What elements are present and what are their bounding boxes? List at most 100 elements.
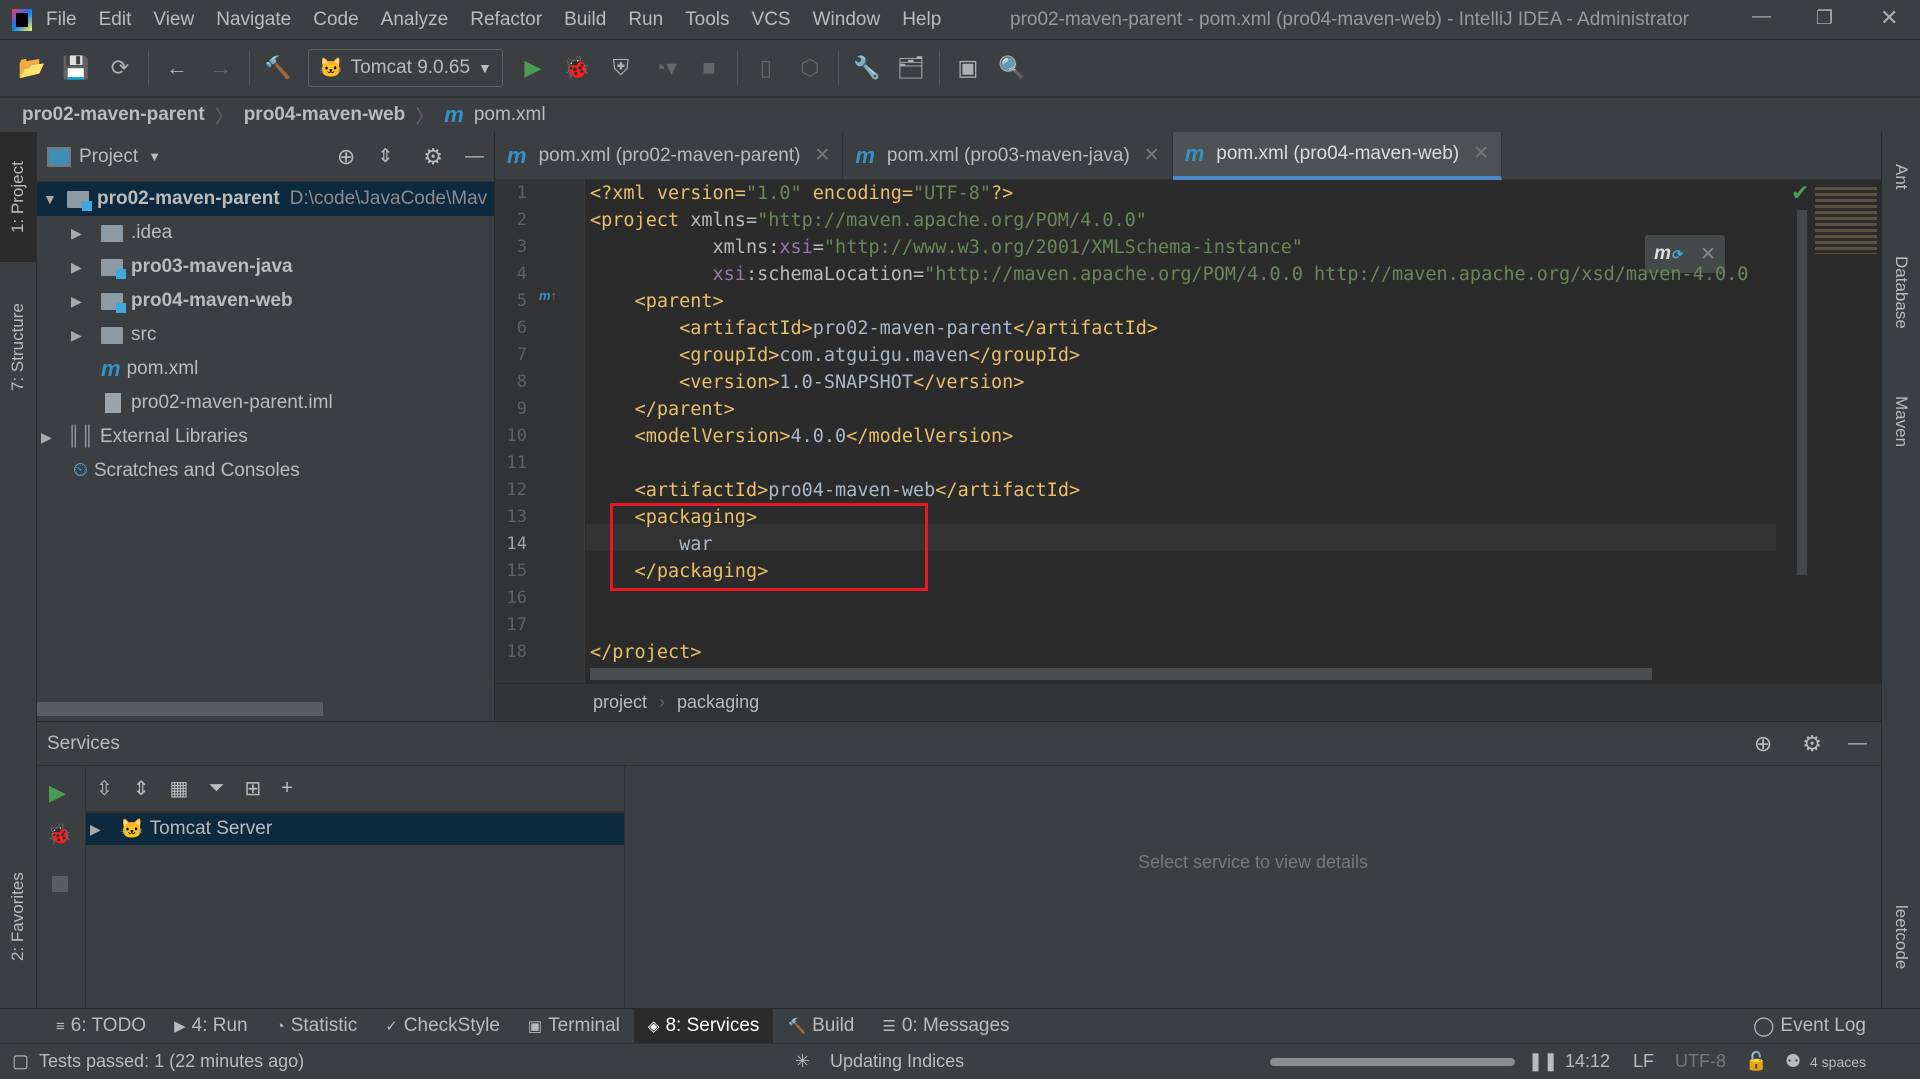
search-icon[interactable]: 🔍 (995, 51, 1029, 85)
code-line[interactable]: war (590, 531, 712, 558)
run-icon[interactable]: ▶ (516, 51, 550, 85)
collapse-all-icon[interactable]: ⇕ (377, 145, 393, 168)
settings-wrench-icon[interactable]: 🔧 (850, 51, 884, 85)
tree-item-pro03[interactable]: ▶ pro03-maven-java (37, 250, 494, 284)
deploy-icon[interactable]: ⬡ (793, 51, 827, 85)
build-hammer-icon[interactable]: 🔨 (261, 51, 295, 85)
toolwindow-todo[interactable]: ≡ 6: TODO (42, 1009, 160, 1044)
code-line[interactable]: <packaging> (590, 504, 758, 531)
menu-navigate[interactable]: Navigate (216, 9, 291, 31)
toolwindow-checkstyle[interactable]: ✓ CheckStyle (371, 1009, 514, 1044)
run-icon[interactable]: ▶ (49, 780, 66, 806)
code-line[interactable]: </project> (590, 639, 701, 666)
nav-item-project[interactable]: pro02-maven-parent (22, 104, 205, 126)
menu-view[interactable]: View (153, 9, 194, 31)
filter-icon[interactable]: ⏷ (208, 777, 224, 800)
maven-override-icon[interactable]: m↑ (539, 288, 557, 303)
collapse-all-icon[interactable]: ⇕ (133, 776, 150, 801)
stop-icon[interactable]: ■ (692, 51, 726, 85)
pause-icon[interactable]: ❚❚ (1528, 1051, 1558, 1072)
vertical-scrollbar[interactable] (1797, 210, 1807, 575)
code-line[interactable]: xmlns:xsi="http://www.w3.org/2001/XMLSch… (590, 234, 1303, 261)
menu-file[interactable]: File (46, 9, 77, 31)
menu-help[interactable]: Help (902, 9, 941, 31)
code-line[interactable]: <modelVersion>4.0.0</modelVersion> (590, 423, 1014, 450)
device-icon[interactable]: ▯ (749, 51, 783, 85)
sync-icon[interactable]: ⟳ (103, 51, 137, 85)
close-tab-icon[interactable]: ✕ (814, 144, 830, 167)
tree-item-pom[interactable]: m pom.xml (37, 352, 494, 386)
code-line[interactable]: <project xmlns="http://maven.apache.org/… (590, 207, 1147, 234)
caret-position[interactable]: 14:12 (1565, 1051, 1610, 1072)
menu-refactor[interactable]: Refactor (470, 9, 542, 31)
code-line[interactable]: <groupId>com.atguigu.maven</groupId> (590, 342, 1080, 369)
back-icon[interactable]: ← (160, 51, 194, 85)
tree-item-tomcat-server[interactable]: ▶ 🐱 Tomcat Server (86, 813, 624, 845)
code-editor[interactable]: 1 2 3 4 5 6 7 8 9 10 11 12 13 14 15 16 17 18 m↑ ✔ m⟳ ✕ <?… (495, 180, 1881, 683)
project-structure-icon[interactable]: 🗂 (894, 51, 928, 85)
event-log-button[interactable]: ◯ Event Log (1739, 1009, 1880, 1044)
locate-icon[interactable]: ⊕ (337, 144, 355, 170)
toolwindow-terminal[interactable]: ▣ Terminal (514, 1009, 634, 1044)
maven-tool-tab[interactable]: Maven (1882, 377, 1920, 467)
status-panel-icon[interactable]: ▢ (12, 1051, 29, 1072)
expand-all-icon[interactable]: ⇳ (96, 776, 113, 801)
menu-analyze[interactable]: Analyze (381, 9, 449, 31)
menu-build[interactable]: Build (564, 9, 606, 31)
hide-icon[interactable]: — (465, 146, 484, 168)
group-by-icon[interactable]: ▦ (170, 776, 189, 801)
horizontal-scrollbar[interactable] (590, 668, 1652, 680)
code-line[interactable]: xsi:schemaLocation="http://maven.apache.… (590, 261, 1749, 288)
horizontal-scrollbar[interactable] (37, 702, 323, 716)
nav-item-module[interactable]: pro04-maven-web (244, 104, 406, 126)
indexing-status[interactable]: Updating Indices (830, 1051, 964, 1072)
add-service-icon[interactable]: + (281, 777, 293, 800)
menu-vcs[interactable]: VCS (752, 9, 791, 31)
close-tab-icon[interactable]: ✕ (1473, 142, 1489, 165)
code-line[interactable]: </parent> (590, 396, 735, 423)
tree-item-iml[interactable]: pro02-maven-parent.iml (37, 386, 494, 420)
favorites-tool-tab[interactable]: 2: Favorites (0, 852, 36, 982)
structure-tool-tab[interactable]: 7: Structure (0, 282, 36, 412)
toolwindow-build[interactable]: 🔨 Build (773, 1009, 868, 1044)
new-tab-icon[interactable]: ⊞ (244, 776, 261, 801)
line-separator[interactable]: LF (1633, 1051, 1654, 1072)
stop-icon[interactable] (52, 876, 68, 892)
inspector-icon[interactable]: ⚉ (1785, 1051, 1801, 1072)
chevron-down-icon[interactable]: ▼ (148, 149, 161, 164)
breadcrumb-packaging[interactable]: packaging (677, 692, 759, 713)
tree-item-src[interactable]: ▶ src (37, 318, 494, 352)
code-line[interactable]: <?xml version="1.0" encoding="UTF-8"?> (590, 180, 1013, 207)
close-tab-icon[interactable]: ✕ (1144, 144, 1160, 167)
file-encoding[interactable]: UTF-8 (1675, 1051, 1726, 1072)
ant-tool-tab[interactable]: Ant (1882, 147, 1920, 207)
gear-icon[interactable]: ⚙ (423, 144, 443, 170)
code-line[interactable]: <artifactId>pro02-maven-parent</artifact… (590, 315, 1158, 342)
indent-setting[interactable]: 4 spaces (1810, 1054, 1866, 1070)
run-config-dropdown[interactable]: 🐱 Tomcat 9.0.65 ▼ (308, 49, 503, 87)
tree-item-scratches[interactable]: ⏲ Scratches and Consoles (37, 454, 494, 488)
lock-icon[interactable]: 🔓 (1745, 1051, 1767, 1072)
toolwindow-run[interactable]: ▶ 4: Run (160, 1009, 262, 1044)
gear-icon[interactable]: ⚙ (1802, 731, 1822, 757)
debug-icon[interactable]: 🐞 (560, 51, 594, 85)
tree-item-external-libraries[interactable]: ▶ ║║ External Libraries (37, 420, 494, 454)
code-line[interactable]: <version>1.0-SNAPSHOT</version> (590, 369, 1024, 396)
menu-tools[interactable]: Tools (685, 9, 729, 31)
restore-button[interactable]: ❐ (1816, 7, 1833, 30)
tab-pom-pro02[interactable]: m pom.xml (pro02-maven-parent) ✕ (495, 131, 844, 180)
terminal-window-icon[interactable]: ▣ (951, 51, 985, 85)
menu-run[interactable]: Run (628, 9, 663, 31)
locate-icon[interactable]: ⊕ (1754, 731, 1772, 757)
menu-code[interactable]: Code (313, 9, 358, 31)
tree-item-idea[interactable]: ▶ .idea (37, 216, 494, 250)
nav-item-file[interactable]: pom.xml (474, 104, 546, 126)
debug-icon[interactable]: 🐞 (47, 822, 72, 847)
tests-status[interactable]: Tests passed: 1 (22 minutes ago) (39, 1051, 304, 1072)
breadcrumb-project[interactable]: project (593, 692, 647, 713)
tree-item-pro04[interactable]: ▶ pro04-maven-web (37, 284, 494, 318)
coverage-icon[interactable]: ⛨ (604, 51, 638, 85)
forward-icon[interactable]: → (204, 51, 238, 85)
minimize-button[interactable]: — (1752, 6, 1771, 28)
profile-icon[interactable]: ◔▾ (648, 51, 682, 85)
